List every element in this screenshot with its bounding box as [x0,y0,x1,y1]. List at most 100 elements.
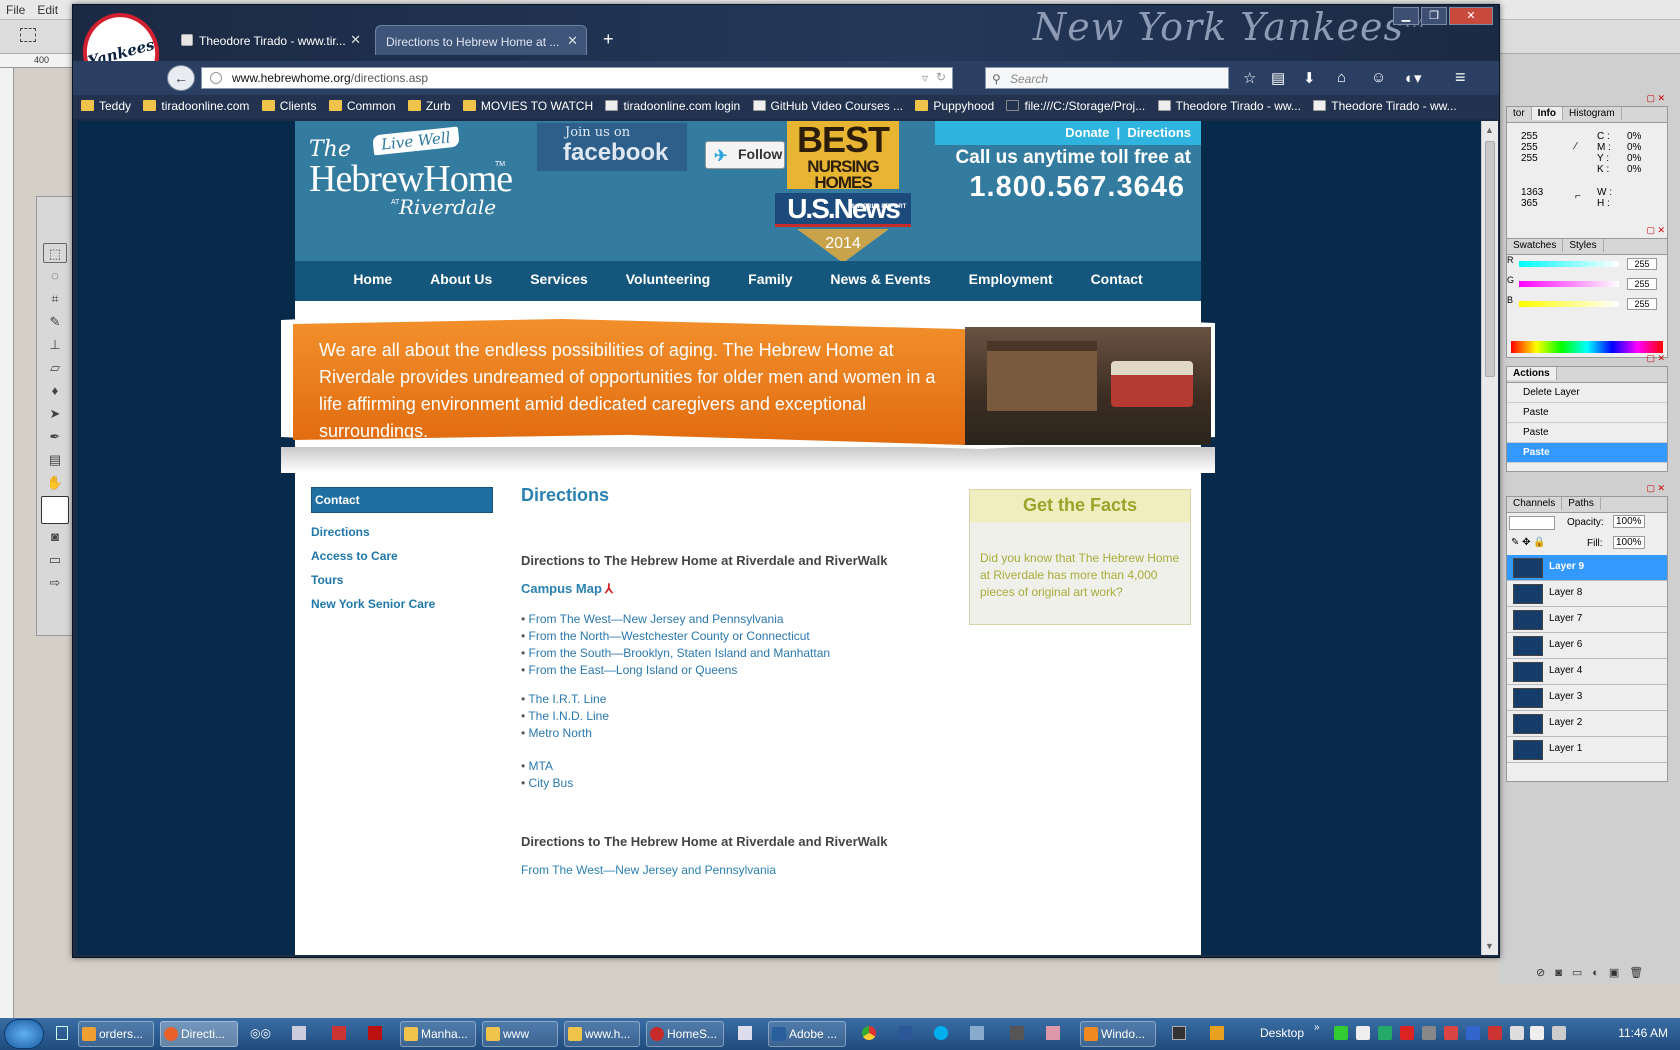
tab-paths[interactable]: Paths [1562,497,1601,510]
tab-directions[interactable]: Directions to Hebrew Home at ... ✕ [375,25,587,55]
home-icon[interactable]: ⌂ [1337,69,1346,86]
slider-value[interactable]: 255 [1627,278,1657,290]
tab-channels[interactable]: Channels [1507,497,1563,510]
screen-mode-icon[interactable]: ▭ [43,550,67,570]
taskbar-item[interactable]: Adobe ... [768,1021,846,1047]
taskbar-item[interactable]: HomeS... [646,1021,724,1047]
layer-row[interactable]: Layer 8 [1507,581,1667,607]
scrollbar-thumb[interactable] [1485,141,1495,377]
layer-row[interactable]: Layer 6 [1507,633,1667,659]
bookmark-link[interactable]: Theodore Tirado - ww... [1313,99,1457,113]
close-window-icon[interactable]: ✕ [1449,7,1493,25]
bookmark-folder[interactable]: Clients [261,99,316,113]
hand-tool-icon[interactable]: ✋ [43,473,67,493]
layer-row[interactable]: Layer 9 [1507,555,1667,581]
close-tab-icon[interactable]: ✕ [350,32,361,48]
slider-value[interactable]: 255 [1627,298,1657,310]
desktop-toolbar[interactable]: Desktop [1260,1026,1304,1040]
twitter-follow-button[interactable]: ✈ Follow [705,141,785,169]
color-spectrum[interactable] [1511,341,1663,353]
blend-mode-select[interactable] [1509,516,1555,530]
bluetooth-icon[interactable] [1466,1026,1480,1040]
nav-about-us[interactable]: About Us [430,271,492,287]
new-tab-icon[interactable]: + [603,29,614,50]
nav-family[interactable]: Family [748,271,792,287]
tray-icon[interactable] [1378,1026,1392,1040]
network-icon[interactable] [970,1026,984,1040]
menu-icon[interactable]: ≡ [1455,67,1466,88]
nav-employment[interactable]: Employment [969,271,1053,287]
bookmark-folder[interactable]: MOVIES TO WATCH [462,99,593,113]
chrome-icon[interactable] [862,1026,876,1040]
pen-tool-icon[interactable]: ✒ [43,427,67,447]
bookmark-link[interactable]: Theodore Tirado - ww... [1157,99,1301,113]
app-icon[interactable] [1210,1026,1224,1040]
sidebar-item-access-to-care[interactable]: Access to Care [311,549,493,563]
reload-icon[interactable]: ↻ [936,70,946,84]
bookmark-star-icon[interactable]: ☆ [1243,69,1256,87]
quickmask-icon[interactable]: ◙ [43,527,67,547]
action-item[interactable]: Paste [1507,403,1667,423]
nav-news-events[interactable]: News & Events [830,271,930,287]
minimize-icon[interactable]: ▁ [1393,7,1419,25]
sidebar-item-new-york-senior-care[interactable]: New York Senior Care [311,597,493,611]
layer-row[interactable]: Layer 2 [1507,711,1667,737]
action-item[interactable]: Paste [1507,423,1667,443]
notes-tool-icon[interactable]: ▤ [43,450,67,470]
volume-icon[interactable] [1530,1026,1544,1040]
panel-close-icon[interactable]: ▢ ✕ [1646,225,1665,236]
tray-icon[interactable] [1356,1026,1370,1040]
tab-info[interactable]: Info [1531,107,1563,120]
slider-bar[interactable] [1519,261,1619,267]
addon-icon[interactable]: ◐▾ [1405,69,1422,87]
transit-link[interactable]: The I.R.T. Line [528,692,606,706]
action-item[interactable]: Paste [1507,443,1667,463]
panel-close-icon[interactable]: ▢ ✕ [1646,93,1665,104]
color-slider-r[interactable]: R 255 [1507,255,1667,275]
jump-to-icon[interactable]: ⇨ [43,573,67,593]
tray-icon[interactable] [1444,1026,1458,1040]
color-swatch-icon[interactable] [41,496,69,524]
bookmark-folder[interactable]: Zurb [407,99,451,113]
nav-home[interactable]: Home [353,271,392,287]
campus-map-link[interactable]: Campus Map ⅄ [521,581,613,597]
phone-number[interactable]: 1.800.567.3646 [935,171,1185,204]
directions-link[interactable]: From the East—Long Island or Queens [529,663,738,677]
bookmark-link[interactable]: file:///C:/Storage/Proj... [1006,99,1145,113]
nav-volunteering[interactable]: Volunteering [626,271,711,287]
search-input[interactable]: ⚲ Search [985,67,1229,89]
directions-link[interactable]: Directions [1127,125,1191,140]
tray-icon[interactable] [1334,1026,1348,1040]
lasso-tool-icon[interactable]: ◌ [43,266,67,286]
donate-link[interactable]: Donate [1065,125,1109,140]
archive-icon[interactable] [1046,1026,1060,1040]
tab-navigator[interactable]: tor [1507,107,1532,120]
glasses-icon[interactable]: ◎◎ [250,1026,271,1040]
slider-bar[interactable] [1519,301,1619,307]
eraser-tool-icon[interactable]: ▱ [43,358,67,378]
menu-edit[interactable]: Edit [31,0,64,20]
settings-icon[interactable] [738,1026,752,1040]
bus-link[interactable]: MTA [529,759,553,773]
taskbar-item[interactable]: Directi... [160,1021,238,1047]
tray-icon[interactable] [1488,1026,1502,1040]
fill-input[interactable]: 100% [1613,536,1645,549]
filezilla-icon[interactable] [368,1026,382,1040]
start-button[interactable] [4,1019,44,1049]
desktop-chevron-icon[interactable]: » [1314,1022,1320,1033]
slider-bar[interactable] [1519,281,1619,287]
layer-row[interactable]: Layer 3 [1507,685,1667,711]
taskbar-item[interactable]: Windo... [1080,1021,1156,1047]
bookmark-folder[interactable]: Puppyhood [915,99,994,113]
restore-icon[interactable]: ❐ [1421,7,1447,25]
transit-link[interactable]: Metro North [529,726,592,740]
color-slider-g[interactable]: G 255 [1507,275,1667,295]
transit-link[interactable]: The I.N.D. Line [528,709,609,723]
clock[interactable]: 11:46 AM [1618,1026,1668,1040]
page-scrollbar[interactable]: ▲ ▼ [1481,121,1498,955]
taskbar-item[interactable]: Manha... [400,1021,476,1047]
panel-close-icon[interactable]: ▢ ✕ [1646,353,1665,364]
download-icon[interactable]: ⬇ [1303,69,1316,87]
directions-link[interactable]: From the North—Westchester County or Con… [529,629,810,643]
terminal-icon[interactable] [1172,1026,1186,1040]
